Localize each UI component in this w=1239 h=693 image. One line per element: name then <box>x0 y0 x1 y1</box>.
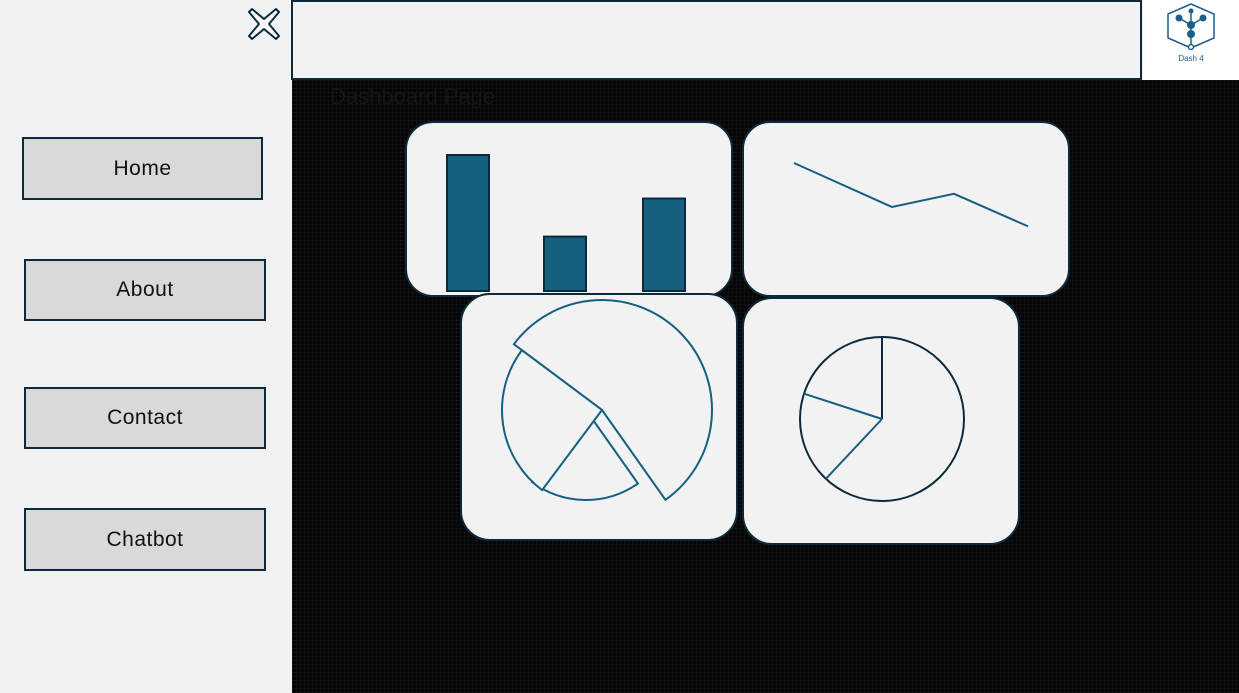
pie-chart-1 <box>501 299 713 502</box>
line-series <box>793 162 1029 228</box>
close-icon[interactable] <box>246 6 282 42</box>
network-graph-icon <box>1167 3 1215 51</box>
page-heading: Dashboard Page <box>330 84 496 109</box>
pie-chart-card-1[interactable] <box>460 293 738 541</box>
pie-chart-2 <box>799 336 965 502</box>
nav-chatbot-button[interactable]: Chatbot <box>24 508 266 571</box>
line-chart <box>793 162 1029 228</box>
bar-chart <box>446 154 686 292</box>
bar-chart-card[interactable] <box>405 121 733 297</box>
top-bar <box>291 0 1142 80</box>
logo[interactable]: Dash 4 <box>1143 0 1239 80</box>
nav-home-button[interactable]: Home <box>22 137 263 200</box>
bar-1 <box>543 235 587 292</box>
sidebar: Home About Contact Chatbot <box>0 0 292 693</box>
bar-0 <box>446 154 490 292</box>
logo-label: Dash 4 <box>1178 54 1204 63</box>
bar-2 <box>642 197 686 292</box>
nav-about-button[interactable]: About <box>24 259 266 321</box>
line-chart-card[interactable] <box>742 121 1070 297</box>
nav-contact-button[interactable]: Contact <box>24 387 266 449</box>
main-content: Dashboard Page <box>292 80 1239 693</box>
pie-chart-card-2[interactable] <box>742 297 1020 545</box>
